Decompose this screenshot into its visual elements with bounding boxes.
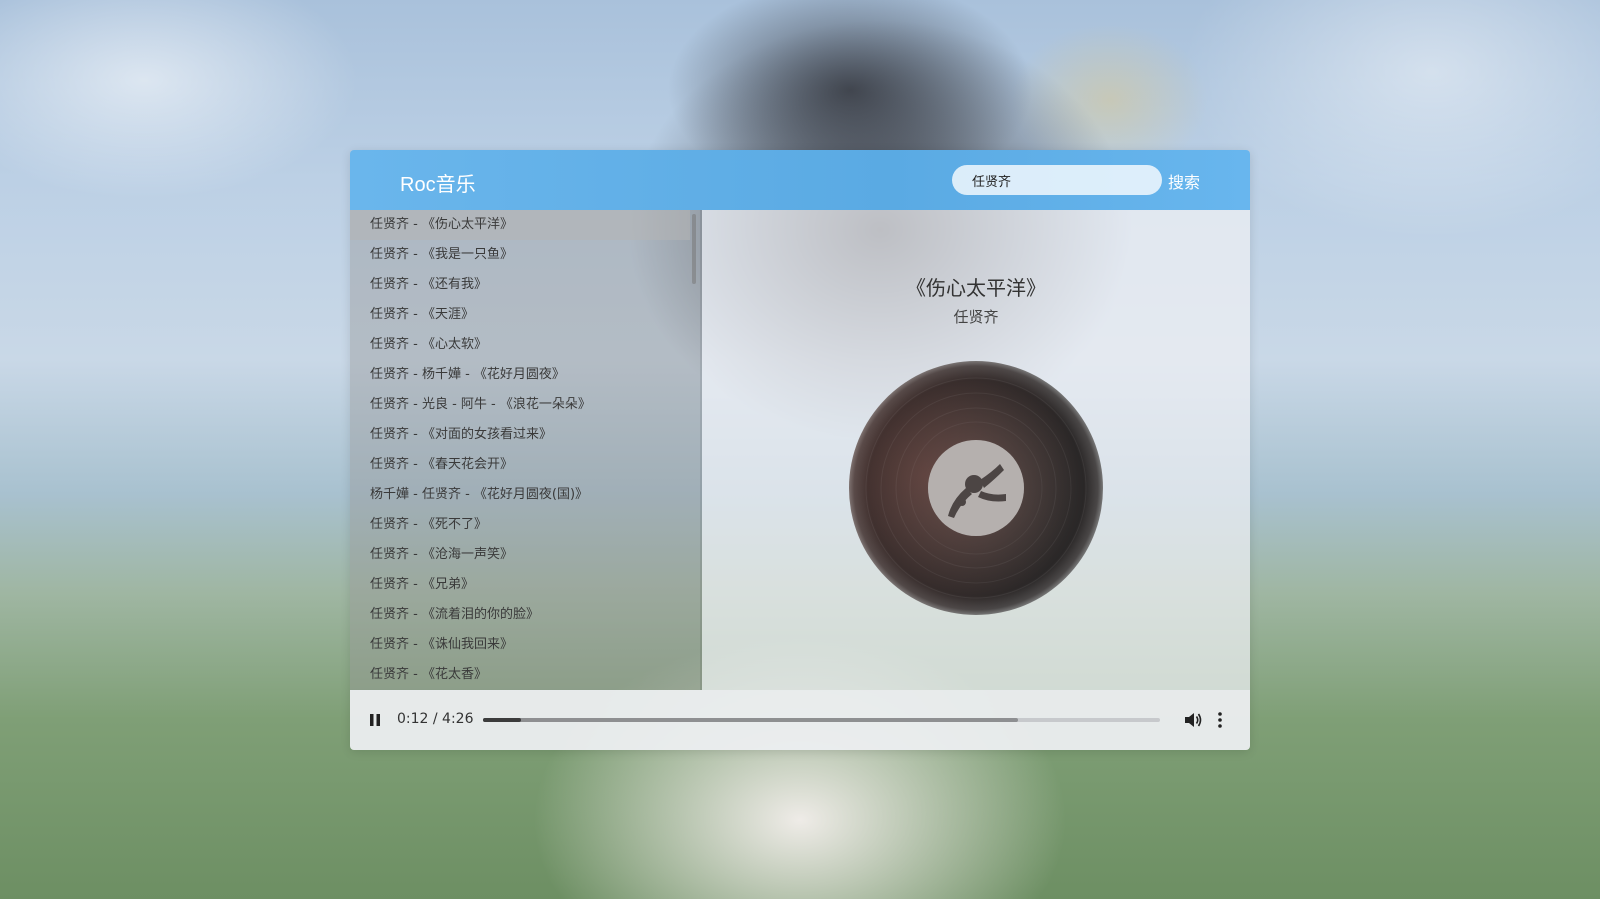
song-list-item[interactable]: 任贤齐 - 杨千嬅 - 《花好月圆夜》 xyxy=(350,360,690,390)
music-player: Roc音乐 搜索 任贤齐 - 《伤心太平洋》任贤齐 - 《我是一只鱼》任贤齐 -… xyxy=(350,150,1250,750)
header-bar: Roc音乐 搜索 xyxy=(350,150,1250,210)
now-playing-panel: 《伤心太平洋》 任贤齐 xyxy=(702,210,1250,690)
search-input[interactable] xyxy=(952,165,1162,195)
song-list-item[interactable]: 任贤齐 - 《心太软》 xyxy=(350,330,690,360)
volume-icon[interactable] xyxy=(1183,710,1203,730)
audio-controls: 0:12 / 4:26 xyxy=(350,690,1250,750)
pause-icon[interactable] xyxy=(368,713,382,727)
song-list-item[interactable]: 任贤齐 - 《花太香》 xyxy=(350,660,690,690)
song-artist: 任贤齐 xyxy=(953,308,999,326)
song-list-item[interactable]: 任贤齐 - 《诛仙我回来》 xyxy=(350,630,690,660)
song-list-item[interactable]: 杨千嬅 - 任贤齐 - 《花好月圆夜(国)》 xyxy=(350,480,690,510)
song-list-item[interactable]: 任贤齐 - 《死不了》 xyxy=(350,510,690,540)
song-list-item[interactable]: 任贤齐 - 《春天花会开》 xyxy=(350,450,690,480)
playlist-panel: 任贤齐 - 《伤心太平洋》 任贤齐 - 《我是一只鱼》 任贤齐 - 《还有我》 任贤齐… xyxy=(350,210,700,690)
song-list-item[interactable]: 任贤齐 - 《天涯》 xyxy=(350,300,690,330)
song-list-item[interactable]: 任贤齐 - 《兄弟》 xyxy=(350,570,690,600)
vinyl-record-icon xyxy=(849,361,1103,615)
song-list-item[interactable]: 任贤齐 - 《伤心太平洋》 xyxy=(350,210,690,240)
song-list-item[interactable]: 任贤齐 - 光良 - 阿牛 - 《浪花一朵朵》 xyxy=(350,390,690,420)
song-list-item[interactable]: 任贤齐 - 《沧海一声笑》 xyxy=(350,540,690,570)
background-cloud xyxy=(0,0,360,200)
playlist-scrollbar[interactable] xyxy=(692,214,696,284)
progress-buffered xyxy=(483,718,1018,722)
progress-bar[interactable] xyxy=(483,718,1160,722)
search-button[interactable]: 搜索 xyxy=(1168,169,1200,193)
app-logo: Roc音乐 xyxy=(400,174,476,196)
song-list-item[interactable]: 任贤齐 - 《还有我》 xyxy=(350,270,690,300)
song-list-item[interactable]: 任贤齐 - 《我是一只鱼》 xyxy=(350,240,690,270)
time-display: 0:12 / 4:26 xyxy=(397,711,474,727)
more-vertical-icon[interactable] xyxy=(1216,710,1224,730)
song-title: 《伤心太平洋》 xyxy=(906,276,1046,300)
song-list-item[interactable]: 任贤齐 - 《对面的女孩看过来》 xyxy=(350,420,690,450)
song-list-item[interactable]: 任贤齐 - 《流着泪的你的脸》 xyxy=(350,600,690,630)
song-list: 任贤齐 - 《伤心太平洋》 任贤齐 - 《我是一只鱼》 任贤齐 - 《还有我》 任贤齐… xyxy=(350,210,700,690)
progress-played xyxy=(483,718,521,722)
